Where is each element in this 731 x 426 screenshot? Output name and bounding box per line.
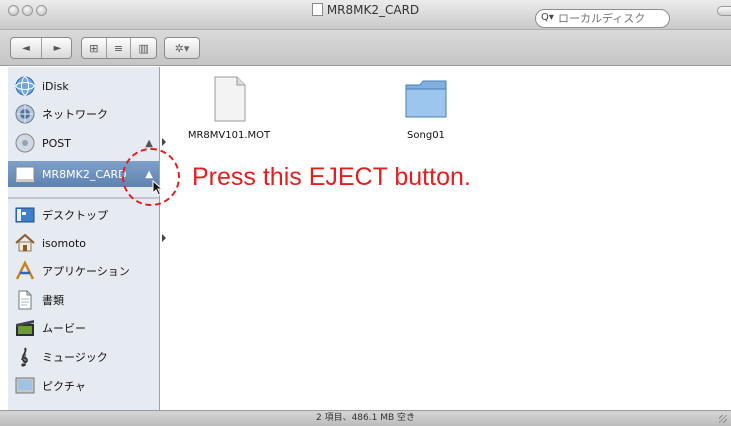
folder-icon <box>405 80 447 118</box>
disk-icon <box>15 133 35 153</box>
file-browser-area: MR8MV101.MOT Song01 <box>166 67 731 410</box>
file-name: MR8MV101.MOT <box>187 130 271 141</box>
home-icon <box>15 233 35 252</box>
sidebar-item-label: アプリケーション <box>42 265 130 278</box>
desktop-icon <box>15 207 35 223</box>
sidebar-item-label: ミュージック <box>42 351 108 364</box>
network-icon <box>15 104 35 124</box>
gear-icon: ✲▾ <box>174 41 190 55</box>
sidebar-item-desktop[interactable]: デスクトップ <box>8 202 159 228</box>
documents-icon <box>18 290 32 310</box>
action-menu-button[interactable]: ✲▾ <box>164 37 200 59</box>
forward-button[interactable]: ► <box>42 38 71 58</box>
instruction-callout: Press this EJECT button. <box>192 163 471 191</box>
finder-window: MR8MK2_CARD ◄ ► ⊞ ≡ ▥ ✲▾ Q▾ iDisk <box>0 0 731 426</box>
sidebar-item-label: ピクチャ <box>42 380 86 393</box>
eject-icon[interactable]: ▲ <box>145 138 153 149</box>
music-icon <box>21 347 28 367</box>
resize-grip[interactable] <box>719 415 727 423</box>
sidebar-item-label: ムービー <box>42 322 86 335</box>
sidebar-item-label: MR8MK2_CARD <box>42 167 127 181</box>
folder-name: Song01 <box>407 130 445 141</box>
list-view-button[interactable]: ≡ <box>107 38 132 58</box>
file-item[interactable]: MR8MV101.MOT <box>174 75 284 141</box>
status-text: 2 項目、486.1 MB 空き <box>315 413 415 423</box>
sidebar-item-pictures[interactable]: ピクチャ <box>8 373 159 399</box>
sidebar-item-label: iDisk <box>42 79 69 93</box>
folder-item[interactable]: Song01 <box>386 75 466 141</box>
sidebar-item-network[interactable]: ネットワーク <box>8 101 159 127</box>
sidebar-item-label: isomoto <box>42 236 87 250</box>
sidebar-item-documents[interactable]: 書類 <box>8 287 159 313</box>
back-arrow-icon: ◄ <box>22 42 30 54</box>
card-drive-icon <box>311 3 323 16</box>
back-button[interactable]: ◄ <box>11 38 42 58</box>
applications-icon <box>15 260 35 280</box>
sidebar: iDisk ネットワーク POST ▲ MR8MK2_CARD ▲ デスクトップ… <box>8 67 160 410</box>
mouse-pointer-icon <box>152 180 164 196</box>
toolbar-toggle-button[interactable] <box>717 6 731 16</box>
column-view-button[interactable]: ▥ <box>131 38 156 58</box>
document-icon <box>214 76 246 122</box>
eject-highlight-circle <box>122 148 180 206</box>
icon-view-button[interactable]: ⊞ <box>82 38 107 58</box>
sidebar-item-home[interactable]: isomoto <box>8 230 159 256</box>
status-bar: 2 項目、486.1 MB 空き <box>0 410 731 426</box>
search-icon: Q▾ <box>541 12 554 23</box>
card-drive-icon <box>15 166 35 183</box>
forward-arrow-icon: ► <box>53 42 62 54</box>
idisk-icon <box>15 76 35 96</box>
pictures-icon <box>15 377 35 394</box>
sidebar-item-music[interactable]: ミュージック <box>8 344 159 370</box>
sidebar-item-label: POST <box>42 136 71 150</box>
view-mode-control: ⊞ ≡ ▥ <box>81 37 157 59</box>
toolbar: ◄ ► ⊞ ≡ ▥ ✲▾ <box>0 30 731 66</box>
sidebar-item-movies[interactable]: ムービー <box>8 315 159 341</box>
sidebar-item-label: ネットワーク <box>42 108 108 121</box>
sidebar-item-idisk[interactable]: iDisk <box>8 73 159 99</box>
sidebar-item-applications[interactable]: アプリケーション <box>8 258 159 284</box>
search-input[interactable] <box>535 9 670 28</box>
navigation-control: ◄ ► <box>10 37 72 59</box>
sidebar-item-label: 書類 <box>42 294 64 307</box>
sidebar-item-label: デスクトップ <box>42 209 108 222</box>
window-title: MR8MK2_CARD <box>326 3 420 17</box>
movies-icon <box>16 320 34 336</box>
